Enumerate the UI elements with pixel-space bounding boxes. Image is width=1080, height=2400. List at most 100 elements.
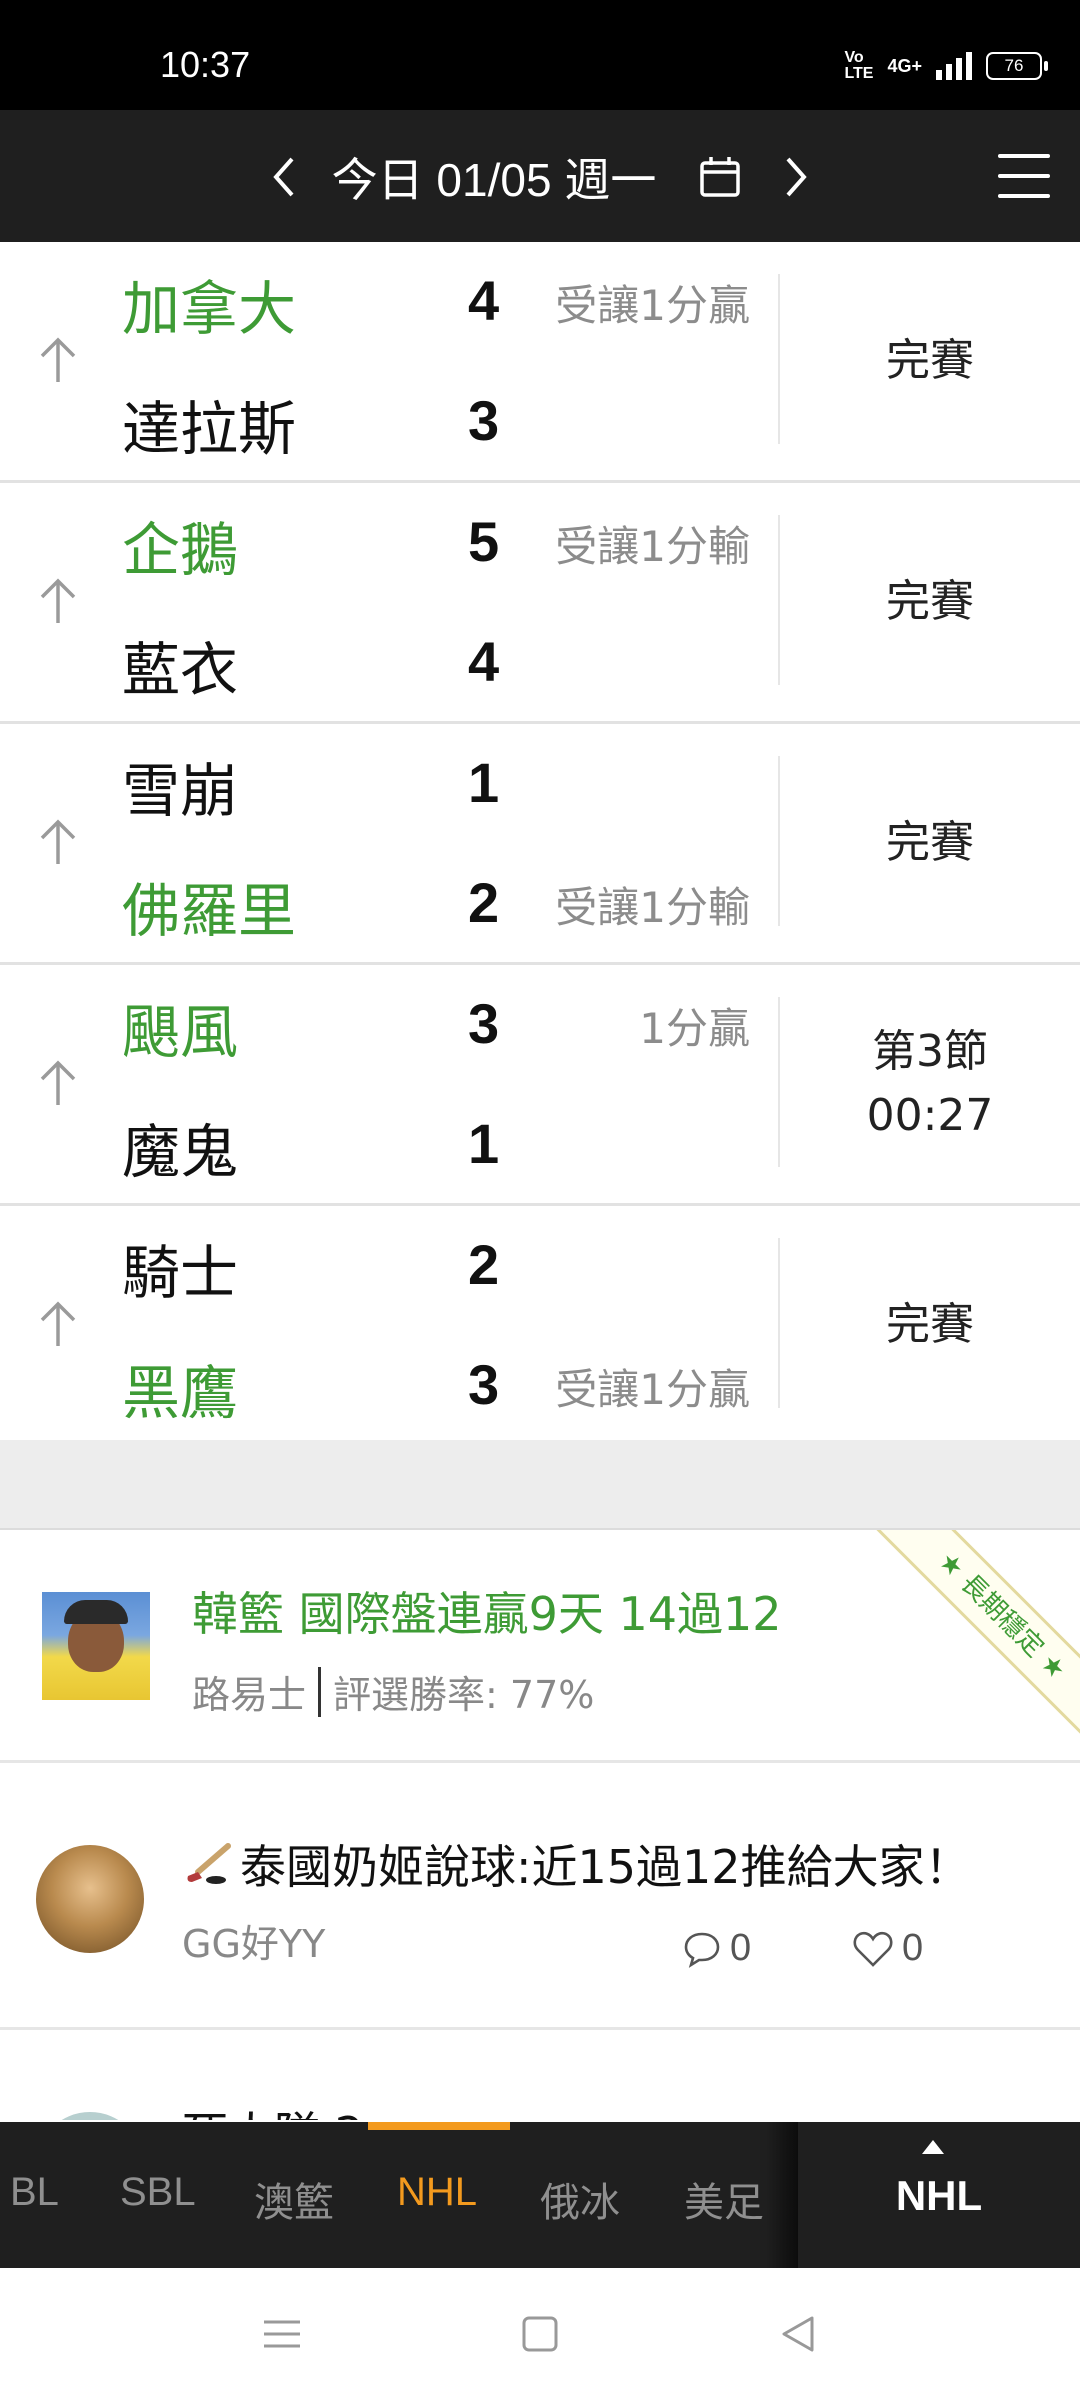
arrow-up-icon [40, 1301, 76, 1346]
signal-icon [936, 52, 972, 80]
team-score-1: 1 [468, 751, 500, 814]
author-name: GG好YY [182, 1922, 326, 1966]
game-row[interactable]: 加拿大 4 受讓1分贏達拉斯 3 完賽 [0, 242, 1080, 483]
team-score-1: 4 [468, 269, 500, 332]
game-status-line: 完賽 [886, 1299, 974, 1350]
tab-american-football[interactable]: 美足 [684, 2170, 764, 2228]
team-score-1: 3 [468, 992, 500, 1055]
game-status-line: 完賽 [886, 335, 974, 386]
arrow-up-icon [40, 578, 76, 623]
team-name-1: 騎士 [122, 1239, 239, 1307]
active-tab-indicator [368, 2122, 510, 2130]
game-status-line: 完賽 [886, 576, 974, 627]
team-score-2: 2 [468, 871, 500, 934]
avatar [36, 2112, 144, 2120]
menu-icon[interactable] [998, 154, 1050, 198]
tab-fade [766, 2122, 798, 2268]
post-card[interactable]: 泰國奶姬說球:近15過12推給大家！ GG好YY 0 0 [0, 1763, 1080, 2030]
stability-ribbon: ★ 長期穩定 ★ [876, 1530, 1080, 1742]
team-name-2: 黑鷹 [122, 1359, 239, 1427]
game-row[interactable]: 騎士 2 黑鷹 3 受讓1分贏 完賽 [0, 1206, 1080, 1447]
handicap-result-1: 受讓1分輸 [555, 522, 750, 571]
tab-sbl[interactable]: SBL [120, 2170, 196, 2215]
game-status: 完賽 [780, 724, 1080, 962]
article-title[interactable]: 韓籃 國際盤連贏9天 14過12 [192, 1578, 782, 1644]
status-icons: Vo LTE 4G+ 76 [844, 49, 1048, 82]
team-score-1: 5 [468, 510, 500, 573]
team-score-2: 3 [468, 389, 500, 452]
team-name-1: 加拿大 [122, 275, 297, 343]
heart-icon [853, 1931, 893, 1967]
date-label[interactable]: 今日 01/05 週一 [332, 144, 657, 210]
tab-nhl[interactable]: NHL [397, 2170, 477, 2215]
caret-up-icon [922, 2140, 944, 2154]
tab-aus-basketball[interactable]: 澳籃 [254, 2170, 334, 2228]
chevron-right-icon[interactable] [770, 147, 822, 207]
game-status-line: 00:27 [866, 1090, 994, 1141]
status-bar: 10:37 Vo LTE 4G+ 76 [0, 0, 1080, 110]
status-time: 10:37 [160, 44, 251, 85]
featured-article-card[interactable]: 韓籃 國際盤連贏9天 14過12 路易士 評選勝率: 77% ★ 長期穩定 ★ [0, 1530, 1080, 1763]
team-name-2: 魔鬼 [122, 1118, 239, 1186]
article-meta: 路易士 評選勝率: 77% [192, 1664, 594, 1719]
battery-icon: 76 [986, 52, 1048, 80]
system-nav-bar [0, 2268, 1080, 2400]
arrow-up-icon [40, 337, 76, 382]
hockey-stick-icon [187, 1843, 231, 1884]
current-league-button[interactable]: NHL [798, 2122, 1080, 2268]
author-name: 路易士 [192, 1673, 307, 1717]
games-list: 加拿大 4 受讓1分贏 達拉斯 3 完賽 企鵝 5 受讓1分輸 藍衣 4 完賽 雪崩 1 佛羅里 2 受讓1… [0, 242, 1080, 1447]
handicap-result-1: 受讓1分贏 [555, 281, 750, 330]
divider [318, 1666, 322, 1717]
game-row[interactable]: 企鵝 5 受讓1分輸藍衣 4 完賽 [0, 483, 1080, 724]
team-score-2: 4 [468, 630, 500, 693]
back-icon[interactable] [768, 2308, 828, 2360]
home-icon[interactable] [510, 2308, 570, 2360]
win-rate: 評選勝率: 77% [333, 1673, 595, 1717]
team-name-1: 颶風 [122, 998, 239, 1066]
team-score-2: 1 [468, 1112, 500, 1175]
handicap-result-2: 受讓1分贏 [555, 1365, 750, 1414]
recent-apps-icon[interactable] [252, 2308, 312, 2360]
like-count[interactable]: 0 [852, 1927, 923, 1970]
comment-icon [684, 1932, 720, 1968]
team-name-2: 佛羅里 [122, 877, 297, 945]
post-title: 泰國奶姬說球:近15過12推給大家！ [240, 1840, 971, 1894]
avatar [36, 1845, 144, 1953]
post-card-partial[interactable]: 死人隊 2 [0, 2030, 1080, 2120]
game-status: 第3節 00:27 [780, 965, 1080, 1203]
team-name-1: 雪崩 [122, 757, 239, 825]
post-title-row[interactable]: 泰國奶姬說球:近15過12推給大家！ [182, 1831, 971, 1897]
comment-count[interactable]: 0 [682, 1927, 751, 1970]
game-row[interactable]: 颶風 3 1分贏魔鬼 1 第3節 00:27 [0, 965, 1080, 1206]
calendar-icon[interactable] [692, 147, 748, 207]
game-status-line: 完賽 [886, 817, 974, 868]
section-divider [0, 1440, 1080, 1530]
avatar [42, 1592, 150, 1700]
game-status: 完賽 [780, 1206, 1080, 1444]
game-row[interactable]: 雪崩 1 佛羅里 2 受讓1分輸 完賽 [0, 724, 1080, 965]
game-status: 完賽 [780, 242, 1080, 480]
arrow-up-icon [40, 1060, 76, 1105]
tab-russian-hockey[interactable]: 俄冰 [540, 2170, 620, 2228]
handicap-result-1: 1分贏 [639, 1004, 750, 1053]
current-league-label: NHL [895, 2172, 983, 2219]
handicap-result-2: 受讓1分輸 [555, 883, 750, 932]
game-status-line: 第3節 [872, 1026, 988, 1077]
arrow-up-icon [40, 819, 76, 864]
team-name-2: 達拉斯 [122, 395, 297, 463]
league-tab-bar: BL SBL 澳籃 NHL 俄冰 美足 NHL [0, 2122, 1080, 2268]
game-status: 完賽 [780, 483, 1080, 721]
chevron-left-icon[interactable] [258, 147, 310, 207]
network-type: 4G+ [887, 55, 922, 76]
team-score-1: 2 [468, 1233, 500, 1296]
team-name-2: 藍衣 [122, 636, 239, 704]
date-navigator: 今日 01/05 週一 [0, 144, 1080, 210]
league-tabs: BL SBL 澳籃 NHL 俄冰 美足 [0, 2122, 798, 2268]
post-title: 死人隊 2 [182, 2098, 364, 2120]
date-header: 今日 01/05 週一 [0, 110, 1080, 242]
team-name-1: 企鵝 [122, 516, 239, 584]
volte-icon: Vo LTE [844, 49, 874, 82]
team-score-2: 3 [468, 1353, 500, 1416]
tab-bl[interactable]: BL [10, 2170, 59, 2215]
